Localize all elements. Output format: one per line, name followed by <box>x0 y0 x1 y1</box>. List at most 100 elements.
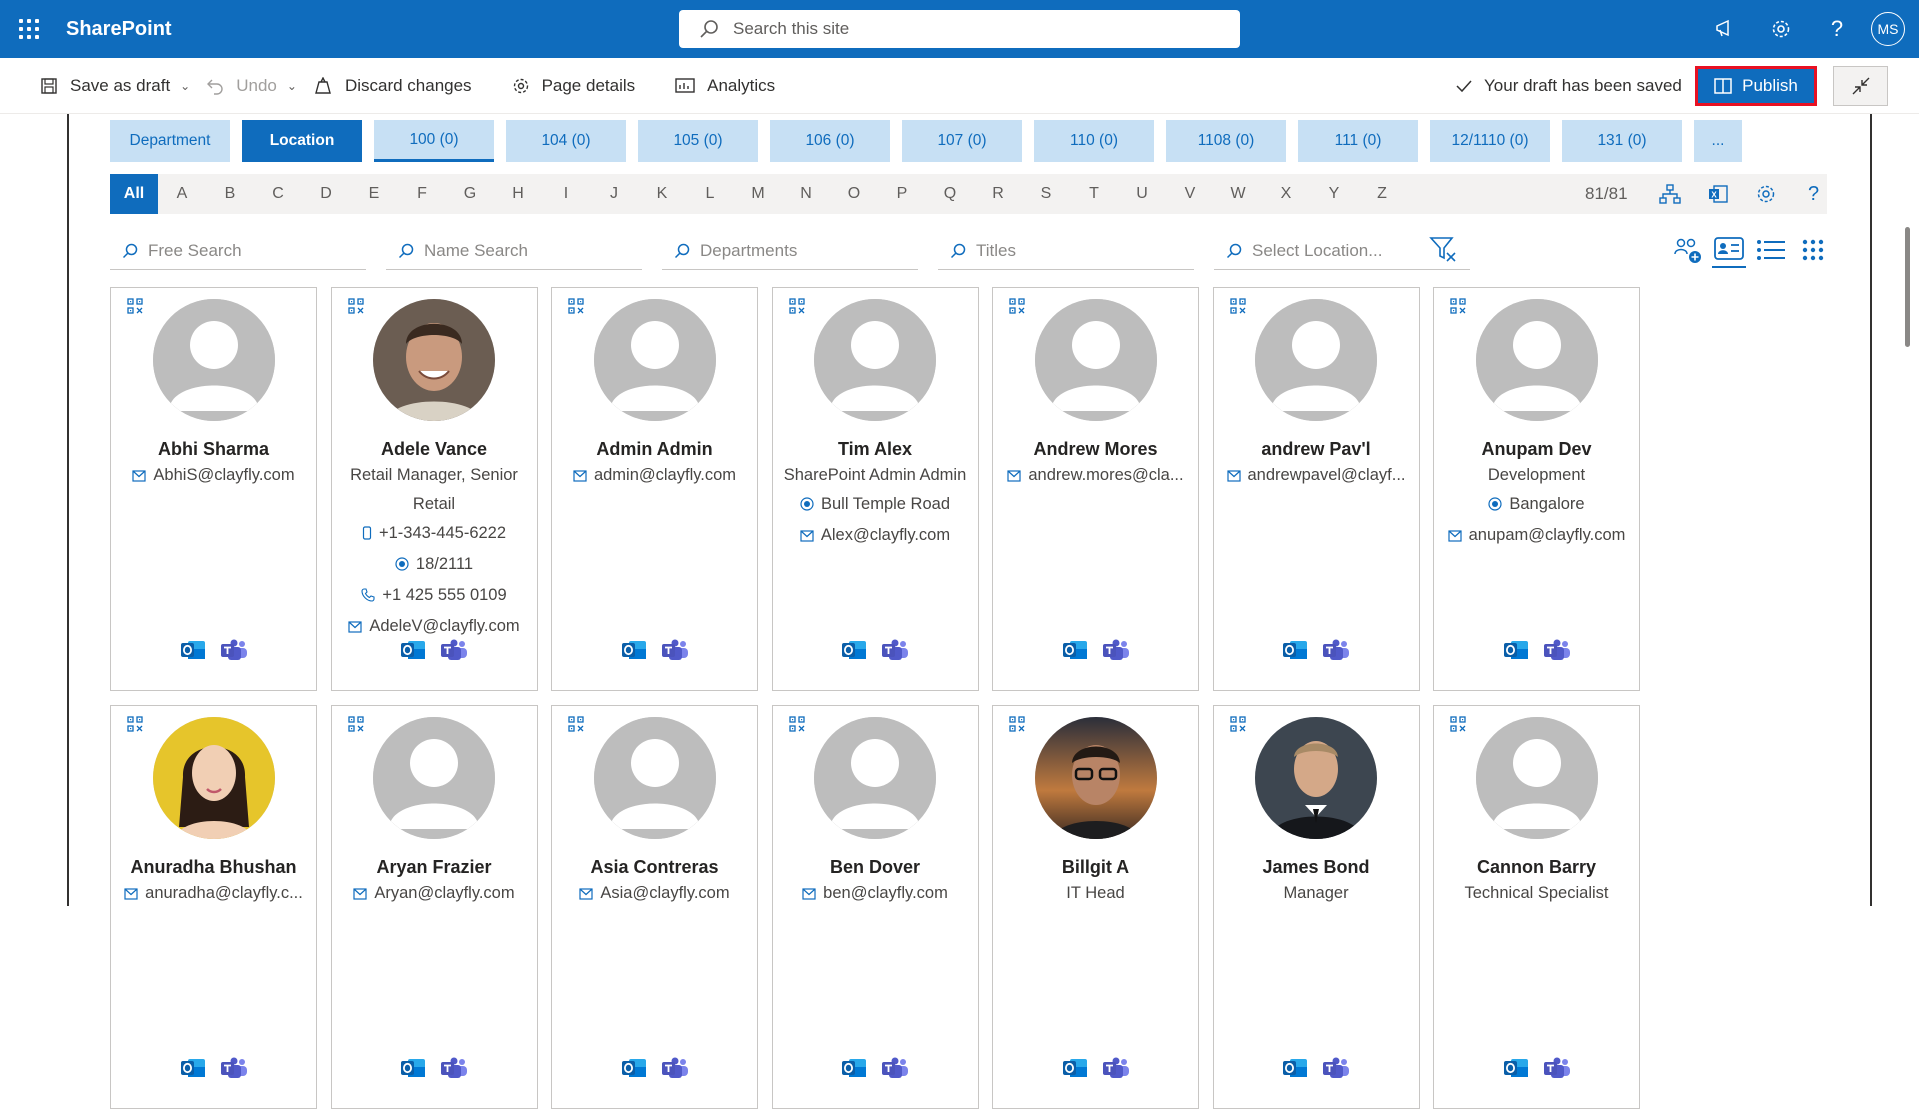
person-mail-line[interactable]: ben@clayfly.com <box>773 879 978 910</box>
letter-filter-g[interactable]: G <box>446 174 494 214</box>
tab-location-104[interactable]: 104 (0) <box>506 120 626 162</box>
letter-filter-e[interactable]: E <box>350 174 398 214</box>
qr-code-icon[interactable] <box>568 298 584 319</box>
letter-filter-n[interactable]: N <box>782 174 830 214</box>
letter-filter-c[interactable]: C <box>254 174 302 214</box>
tab-location-110[interactable]: 110 (0) <box>1034 120 1154 162</box>
tab-location-1108[interactable]: 1108 (0) <box>1166 120 1286 162</box>
outlook-icon[interactable] <box>841 1056 867 1085</box>
letter-filter-x[interactable]: X <box>1262 174 1310 214</box>
person-name[interactable]: James Bond <box>1214 855 1419 879</box>
person-card[interactable]: Cannon Barry Technical Specialist <box>1433 705 1640 1109</box>
person-mail-line[interactable]: admin@clayfly.com <box>552 461 757 492</box>
discard-changes-button[interactable]: Discard changes <box>313 58 472 114</box>
qr-code-icon[interactable] <box>568 716 584 737</box>
tab-location-12-1110[interactable]: 12/1110 (0) <box>1430 120 1550 162</box>
person-mail-line[interactable]: Aryan@clayfly.com <box>332 879 537 910</box>
profile-photo[interactable] <box>1255 299 1377 421</box>
teams-icon[interactable] <box>220 1056 248 1085</box>
clear-filter-icon[interactable] <box>1428 234 1458 269</box>
undo-options-chevron-icon[interactable]: ⌄ <box>287 79 297 93</box>
outlook-icon[interactable] <box>1282 1056 1308 1085</box>
person-name[interactable]: Cannon Barry <box>1434 855 1639 879</box>
letter-filter-p[interactable]: P <box>878 174 926 214</box>
teams-icon[interactable] <box>1543 1056 1571 1085</box>
letter-filter-all[interactable]: All <box>110 174 158 214</box>
profile-photo[interactable] <box>1034 299 1157 421</box>
person-name[interactable]: andrew Pav'l <box>1214 437 1419 461</box>
person-mail-line[interactable]: andrew.mores@cla... <box>993 461 1198 492</box>
profile-photo[interactable] <box>593 299 716 421</box>
qr-code-icon[interactable] <box>1009 298 1025 319</box>
qr-code-icon[interactable] <box>347 716 364 737</box>
site-search-box[interactable]: Search this site <box>679 10 1240 48</box>
letter-filter-i[interactable]: I <box>542 174 590 214</box>
outlook-icon[interactable] <box>1503 1056 1529 1085</box>
teams-icon[interactable] <box>1543 638 1571 667</box>
letter-filter-z[interactable]: Z <box>1358 174 1406 214</box>
person-name[interactable]: Anuradha Bhushan <box>111 855 316 879</box>
profile-photo[interactable] <box>1475 299 1598 421</box>
outlook-icon[interactable] <box>1062 1056 1088 1085</box>
tab-location-106[interactable]: 106 (0) <box>770 120 890 162</box>
person-card[interactable]: andrew Pav'l andrewpavel@clayf... <box>1212 287 1420 691</box>
letter-filter-f[interactable]: F <box>398 174 446 214</box>
teams-icon[interactable] <box>881 1056 909 1085</box>
list-view-icon[interactable] <box>1754 232 1788 268</box>
outlook-icon[interactable] <box>400 1056 426 1085</box>
letter-filter-k[interactable]: K <box>638 174 686 214</box>
tab-more[interactable]: ... <box>1694 120 1742 162</box>
letter-filter-j[interactable]: J <box>590 174 638 214</box>
profile-photo[interactable] <box>373 299 495 421</box>
directory-settings-icon[interactable] <box>1742 174 1790 214</box>
person-name[interactable]: Adele Vance <box>332 437 537 461</box>
teams-icon[interactable] <box>661 1056 689 1085</box>
grid-view-icon[interactable] <box>1796 232 1830 268</box>
org-chart-icon[interactable] <box>1646 174 1694 214</box>
letter-filter-w[interactable]: W <box>1214 174 1262 214</box>
megaphone-icon[interactable] <box>1697 0 1753 58</box>
profile-photo[interactable] <box>814 299 936 421</box>
outlook-icon[interactable] <box>1282 638 1308 667</box>
publish-button[interactable]: Publish <box>1695 66 1817 106</box>
analytics-button[interactable]: Analytics <box>675 58 775 114</box>
person-card[interactable]: Anupam Dev Development Bangalore anupam@cla… <box>1433 287 1640 691</box>
outlook-icon[interactable] <box>400 638 426 667</box>
letter-filter-h[interactable]: H <box>494 174 542 214</box>
person-name[interactable]: Ben Dover <box>773 855 978 879</box>
teams-icon[interactable] <box>220 638 248 667</box>
person-mail-line[interactable]: andrewpavel@clayf... <box>1214 461 1419 492</box>
letter-filter-a[interactable]: A <box>158 174 206 214</box>
person-card[interactable]: Asia Contreras Asia@clayfly.com <box>551 705 758 1109</box>
person-name[interactable]: Asia Contreras <box>552 855 757 879</box>
free-search-input[interactable]: Free Search <box>110 232 366 270</box>
person-mail-line[interactable]: anuradha@clayfly.c... <box>111 879 316 910</box>
teams-icon[interactable] <box>661 638 689 667</box>
letter-filter-b[interactable]: B <box>206 174 254 214</box>
person-card[interactable]: Tim Alex SharePoint Admin Admin Bull Templ… <box>771 287 979 691</box>
letter-filter-s[interactable]: S <box>1022 174 1070 214</box>
teams-icon[interactable] <box>1102 638 1130 667</box>
tab-location-131[interactable]: 131 (0) <box>1562 120 1682 162</box>
letter-filter-m[interactable]: M <box>734 174 782 214</box>
tab-location-111[interactable]: 111 (0) <box>1298 120 1418 162</box>
tab-location[interactable]: Location <box>242 120 362 162</box>
person-card[interactable]: Ben Dover ben@clayfly.com <box>771 705 979 1109</box>
profile-photo[interactable] <box>1255 717 1377 839</box>
person-mail-line[interactable]: anupam@clayfly.com <box>1434 521 1639 552</box>
qr-code-icon[interactable] <box>127 716 143 737</box>
person-name[interactable]: Tim Alex <box>773 437 978 461</box>
outlook-icon[interactable] <box>621 1056 647 1085</box>
teams-icon[interactable] <box>881 638 909 667</box>
letter-filter-l[interactable]: L <box>686 174 734 214</box>
person-mobile-line[interactable]: +1-343-445-6222 <box>332 519 537 550</box>
page-details-button[interactable]: Page details <box>512 58 635 114</box>
letter-filter-q[interactable]: Q <box>926 174 974 214</box>
save-options-chevron-icon[interactable]: ⌄ <box>180 79 190 93</box>
profile-photo[interactable] <box>152 717 275 839</box>
outlook-icon[interactable] <box>180 1056 206 1085</box>
outlook-icon[interactable] <box>841 638 867 667</box>
letter-filter-u[interactable]: U <box>1118 174 1166 214</box>
profile-photo[interactable] <box>152 299 275 421</box>
person-name[interactable]: Anupam Dev <box>1434 437 1639 461</box>
